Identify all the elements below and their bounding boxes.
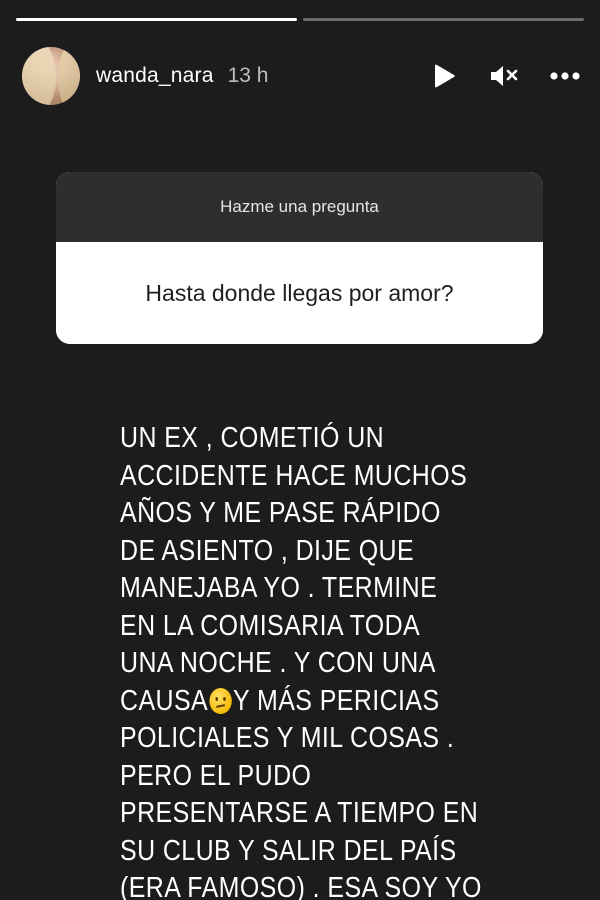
story-viewer[interactable]: wanda_nara 13 h Hazme una pregunta Hasta… [0,0,600,900]
answer-line: UN EX , COMETIÓ UN [120,422,385,454]
answer-line: DE ASIENTO , DIJE QUE [120,534,415,567]
answer-line: UNA NOCHE . Y CON UNA [120,647,436,679]
answer-line: CAUSA Y MÁS PERICIAS [120,683,481,721]
mute-icon[interactable] [488,59,522,93]
answer-line: MANEJABA YO . TERMINE [120,572,438,604]
confused-face-emoji-icon [209,687,233,714]
username[interactable]: wanda_nara [96,64,214,88]
answer-line: (ERA FAMOSO) . ESA SOY YO [120,872,482,900]
answer-segment: CAUSA [120,684,209,717]
more-icon[interactable] [548,59,582,93]
question-text: Hasta donde llegas por amor? [56,242,543,344]
progress-segment [303,18,584,21]
progress-segment [16,18,297,21]
answer-segment: Y MÁS PERICIAS [233,684,440,717]
answer-line: ACCIDENTE HACE MUCHOS [120,459,468,492]
answer-line: AÑOS Y ME PASE RÁPIDO [120,497,441,529]
story-header: wanda_nara 13 h [22,46,582,106]
avatar[interactable] [22,47,80,105]
question-prompt: Hazme una pregunta [56,172,543,242]
answer-line: PERO EL PUDO [120,759,312,792]
answer-line: POLICIALES Y MIL COSAS . [120,722,455,754]
timestamp: 13 h [227,64,269,87]
answer-line: EN LA COMISARIA TODA [120,609,421,642]
play-icon[interactable] [428,59,462,93]
answer-line: PRESENTARSE A TIEMPO EN [120,797,479,829]
story-controls [428,59,582,93]
answer-line: SU CLUB Y SALIR DEL PAÍS [120,834,457,867]
answer-text: UN EX , COMETIÓ UN ACCIDENTE HACE MUCHOS… [120,420,481,900]
story-progress-bar [16,18,584,21]
question-sticker[interactable]: Hazme una pregunta Hasta donde llegas po… [56,172,543,344]
